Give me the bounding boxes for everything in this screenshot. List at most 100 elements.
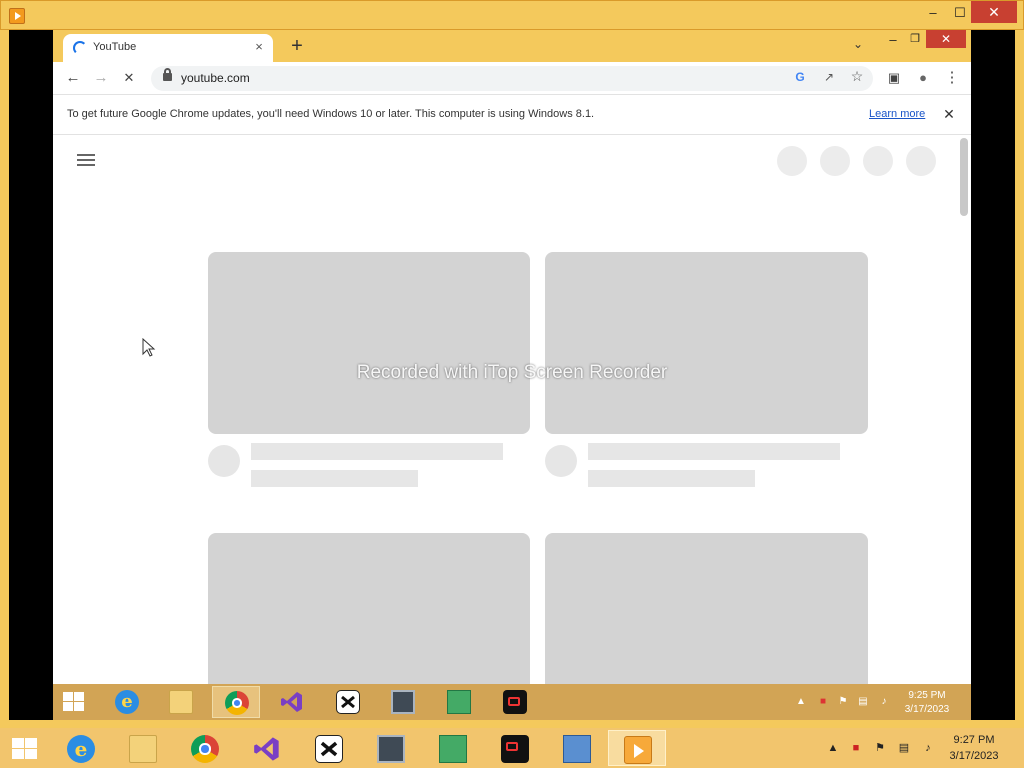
window-frame-bottom <box>0 720 1024 728</box>
side-panel-icon[interactable]: ▣ <box>884 68 904 88</box>
chrome-restore-button[interactable]: ❐ <box>907 32 923 45</box>
folder-icon <box>129 735 157 763</box>
new-tab-button[interactable]: + <box>287 34 307 58</box>
url-text[interactable]: youtube.com <box>181 71 250 85</box>
host-network-icon[interactable]: ▤ <box>897 742 911 754</box>
show-hidden-icons-chevron-icon[interactable]: ▲ <box>794 696 808 708</box>
host-clock-time[interactable]: 9:27 PM <box>944 734 1004 746</box>
lock-shield-icon <box>439 735 467 763</box>
letterbox-left <box>9 30 53 720</box>
meta-placeholder-line <box>251 470 418 487</box>
host-taskbar-security-tool[interactable] <box>424 730 482 766</box>
lock-shield-icon <box>447 690 471 714</box>
host-taskbar-capcut[interactable] <box>300 730 358 766</box>
lock-icon[interactable] <box>163 68 172 81</box>
folder-icon <box>169 690 193 714</box>
capcut-icon <box>336 690 360 714</box>
taskbar-internet-explorer[interactable]: e <box>103 686 151 718</box>
volume-icon[interactable]: ♪ <box>877 696 891 708</box>
taskbar-file-explorer[interactable] <box>157 686 205 718</box>
header-placeholder-circle <box>906 146 936 176</box>
header-placeholder-circle <box>820 146 850 176</box>
screen-recorder-icon <box>503 690 527 714</box>
tab-search-button[interactable]: ⌄ <box>850 37 866 51</box>
host-taskbar-this-pc[interactable] <box>548 730 606 766</box>
meta-placeholder-line <box>588 470 755 487</box>
chrome-tab-strip: YouTube × + ⌄ – ❐ ✕ <box>53 30 971 62</box>
player-minimize-button[interactable]: – <box>918 3 948 23</box>
letterbox-right <box>971 30 1015 720</box>
share-icon[interactable]: ↗ <box>820 70 838 84</box>
visual-studio-icon <box>253 735 281 763</box>
stop-loading-button[interactable]: ✕ <box>119 68 139 88</box>
taskbar-security-tool[interactable] <box>435 686 483 718</box>
chrome-icon <box>225 691 249 715</box>
host-clock-date[interactable]: 3/17/2023 <box>944 750 1004 762</box>
taskbar-google-chrome[interactable] <box>212 686 260 718</box>
host-taskbar-visual-studio[interactable] <box>238 730 296 766</box>
taskbar-visual-studio[interactable] <box>268 686 316 718</box>
recorder-tray-icon[interactable]: ■ <box>816 696 830 708</box>
video-thumbnail-placeholder <box>545 252 868 434</box>
host-start-button-icon[interactable] <box>12 738 38 760</box>
back-button[interactable]: ← <box>63 68 83 88</box>
recorded-screen: YouTube × + ⌄ – ❐ ✕ ← → ✕ youtube.com G … <box>53 30 971 720</box>
chrome-minimize-button[interactable]: – <box>885 32 901 47</box>
internet-explorer-icon: e <box>67 735 95 763</box>
host-taskbar-media-player[interactable] <box>608 730 666 766</box>
internet-explorer-icon: e <box>115 690 139 714</box>
tab-title: YouTube <box>93 41 137 53</box>
screen-recorder-icon <box>501 735 529 763</box>
bookmark-star-icon[interactable]: ☆ <box>848 68 866 85</box>
forward-button[interactable]: → <box>91 68 111 88</box>
profile-icon[interactable]: ● <box>913 68 933 88</box>
tab-youtube[interactable]: YouTube × <box>63 34 273 62</box>
title-placeholder-line <box>588 443 840 460</box>
computer-icon <box>563 735 591 763</box>
player-title-bar: – ☐ ✕ <box>0 0 1024 30</box>
media-player-icon <box>624 736 652 764</box>
host-show-hidden-icons-chevron-icon[interactable]: ▲ <box>826 742 840 754</box>
update-infobar: To get future Google Chrome updates, you… <box>53 94 971 135</box>
network-icon[interactable]: ▤ <box>856 696 870 708</box>
header-placeholder-circle <box>777 146 807 176</box>
taskbar-capcut[interactable] <box>324 686 372 718</box>
player-app-icon <box>9 8 25 24</box>
chrome-close-button[interactable]: ✕ <box>926 30 966 48</box>
visual-studio-icon <box>280 690 304 714</box>
window-frame-left <box>0 30 9 720</box>
learn-more-link[interactable]: Learn more <box>869 108 925 120</box>
capcut-icon <box>315 735 343 763</box>
inner-clock-date[interactable]: 3/17/2023 <box>897 704 957 715</box>
host-taskbar-google-chrome[interactable] <box>176 730 234 766</box>
infobar-message: To get future Google Chrome updates, you… <box>67 108 595 120</box>
loading-spinner-icon <box>73 41 87 55</box>
tab-close-icon[interactable]: × <box>251 39 267 54</box>
taskbar-screen-recorder[interactable] <box>491 686 539 718</box>
start-button-icon[interactable] <box>63 692 85 712</box>
hamburger-menu-icon[interactable] <box>77 154 95 167</box>
monitor-icon <box>377 735 405 763</box>
chrome-icon <box>191 735 219 763</box>
google-lens-icon[interactable]: G <box>791 70 809 84</box>
host-taskbar-screen-recorder[interactable] <box>486 730 544 766</box>
host-action-center-flag-icon[interactable]: ⚑ <box>873 742 887 754</box>
inner-clock-time[interactable]: 9:25 PM <box>897 690 957 701</box>
address-bar[interactable]: youtube.com G ↗ ☆ <box>151 66 873 91</box>
monitor-icon <box>391 690 415 714</box>
header-placeholder-circle <box>863 146 893 176</box>
host-taskbar-system-monitor[interactable] <box>362 730 420 766</box>
taskbar-system-monitor[interactable] <box>379 686 427 718</box>
host-volume-icon[interactable]: ♪ <box>921 742 935 754</box>
page-scrollbar[interactable] <box>960 138 968 216</box>
host-taskbar: e ▲ ■ ⚑ ▤ ♪ 9:27 PM 3/17/2023 <box>0 728 1024 768</box>
host-taskbar-file-explorer[interactable] <box>114 730 172 766</box>
chrome-toolbar: ← → ✕ youtube.com G ↗ ☆ ▣ ● ⋮ <box>53 62 971 94</box>
action-center-flag-icon[interactable]: ⚑ <box>836 696 850 708</box>
chrome-menu-icon[interactable]: ⋮ <box>942 68 962 88</box>
host-taskbar-internet-explorer[interactable]: e <box>52 730 110 766</box>
host-recorder-tray-icon[interactable]: ■ <box>849 742 863 754</box>
player-close-button[interactable]: ✕ <box>971 1 1017 23</box>
infobar-close-icon[interactable]: ✕ <box>941 106 957 123</box>
channel-avatar-placeholder <box>208 445 240 477</box>
